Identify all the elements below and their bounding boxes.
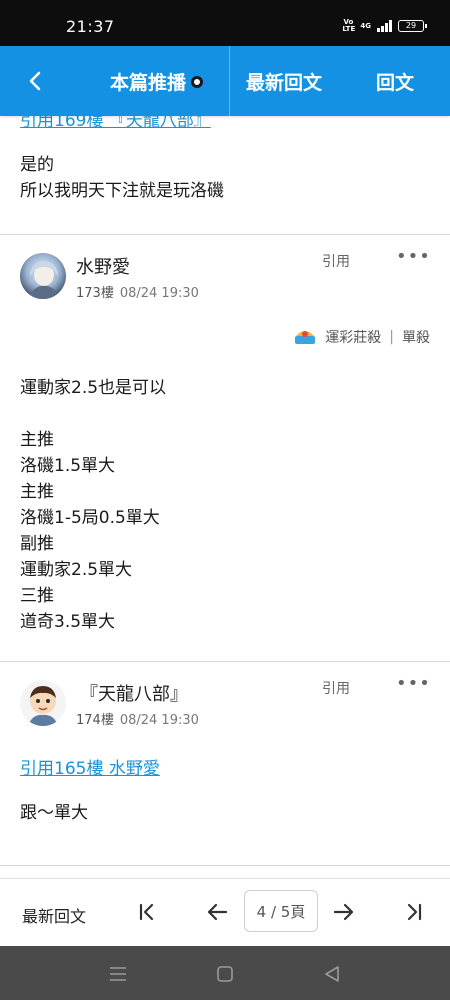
system-nav-bar [0,946,450,1000]
quote-button[interactable]: 引用 [322,251,350,271]
arrow-left-icon [207,903,228,921]
next-page-button[interactable] [327,895,361,929]
post-text: 是的 所以我明天下注就是玩洛磯 [20,155,224,201]
floor-number: 174樓 [76,713,114,728]
menu-icon [110,967,126,981]
status-bar: 21:37 Vo LTE 4G 29 [0,0,450,46]
arrow-right-icon [333,903,354,921]
tab-reply[interactable]: 回文 [376,68,414,95]
first-page-icon [139,903,154,921]
lottery-badge-icon [295,331,316,344]
thread-content[interactable]: 引用169樓 『天龍八部』 是的 所以我明天下注就是玩洛磯 水野愛 173樓 0… [0,116,450,878]
avatar[interactable] [20,253,66,299]
toggle-dot-icon[interactable] [191,76,204,88]
tag-separator: | [389,329,394,345]
bottom-pagination-bar: 最新回文 4 / 5頁 [0,878,450,946]
post-divider [0,234,450,235]
post-tags: 運彩莊殺 | 單殺 [293,327,430,347]
first-page-button[interactable] [130,895,164,929]
post-divider [0,865,450,866]
status-time: 21:37 [66,17,115,36]
home-square-icon [217,966,233,982]
author-name[interactable]: 水野愛 [76,253,130,279]
back-nav-button[interactable] [318,960,346,988]
menu-nav-button[interactable] [104,960,132,988]
more-options-icon[interactable]: ••• [396,248,431,266]
post-text: 跟～單大 [20,803,88,823]
floor-number: 173樓 [76,286,114,301]
header-divider [229,46,230,116]
post-time: 08/24 19:30 [119,713,199,728]
post-meta: 174樓 08/24 19:30 [76,709,199,728]
avatar[interactable] [20,680,66,726]
post-text: 運動家2.5也是可以 主推 洛磯1.5單大 主推 洛磯1-5局0.5單大 副推 … [20,378,167,632]
more-options-icon[interactable]: ••• [396,675,431,693]
volte-icon: Vo LTE [342,18,356,33]
avatar-image [20,680,66,726]
latest-reply-button[interactable]: 最新回文 [22,903,86,927]
back-triangle-icon [325,966,339,982]
tag-single-kill[interactable]: 單殺 [402,327,430,347]
home-nav-button[interactable] [211,960,239,988]
post-divider [0,661,450,662]
signal-icon [377,20,392,32]
network-type: 4G [360,21,371,30]
tag-lottery-kill[interactable]: 運彩莊殺 [325,327,381,347]
quote-link[interactable]: 引用165樓 水野愛 [20,754,160,779]
avatar-image [20,253,66,299]
prev-page-button[interactable] [200,895,234,929]
tab-latest-reply[interactable]: 最新回文 [246,68,322,95]
app-header: 本篇推播 最新回文 回文 [0,46,450,116]
author-name[interactable]: 『天龍八部』 [80,680,188,706]
page-indicator[interactable]: 4 / 5頁 [244,890,318,932]
post-time: 08/24 19:30 [119,286,199,301]
quote-button[interactable]: 引用 [322,678,350,698]
post-meta: 173樓 08/24 19:30 [76,282,199,301]
back-button[interactable] [18,64,52,98]
tab-broadcast-label: 本篇推播 [110,72,187,94]
tab-broadcast[interactable]: 本篇推播 [110,68,204,95]
status-icons: Vo LTE 4G 29 [342,18,427,33]
quote-link[interactable]: 引用169樓 『天龍八部』 [20,116,211,131]
last-page-icon [407,903,422,921]
back-arrow-icon [29,71,41,91]
battery-icon: 29 [398,20,427,32]
last-page-button[interactable] [397,895,431,929]
